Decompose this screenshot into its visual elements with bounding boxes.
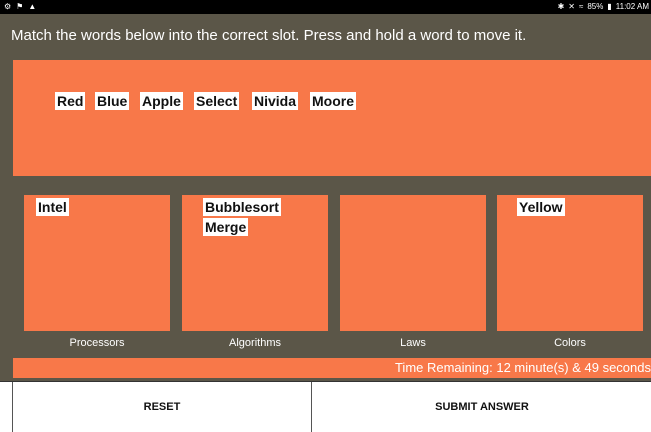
status-right-icons: ✱ ✕ ≈ 85% ▮ 11:02 AM	[558, 0, 649, 14]
reset-button[interactable]: RESET	[12, 382, 312, 432]
slot-word-intel[interactable]: Intel	[36, 198, 69, 216]
slot-label-processors: Processors	[69, 337, 125, 349]
status-bar: ⚙ ⚑ ▲ ✱ ✕ ≈ 85% ▮ 11:02 AM	[0, 0, 651, 14]
instruction-text: Match the words below into the correct s…	[11, 27, 527, 44]
time-remaining: Time Remaining: 12 minute(s) & 49 second…	[394, 360, 651, 375]
timer-bar: Time Remaining: 12 minute(s) & 49 second…	[13, 358, 651, 378]
slot-word-bubblesort[interactable]: Bubblesort	[203, 198, 281, 216]
warning-icon: ▲	[28, 2, 37, 11]
slot-area: Intel Processors Bubblesort Merge Algori…	[0, 180, 651, 357]
word-chip-nivida[interactable]: Nivida	[252, 92, 299, 110]
slot-label-colors: Colors	[554, 337, 586, 349]
flag-icon: ⚑	[16, 2, 24, 11]
word-bank: Red Blue Apple Select Nivida Moore	[13, 60, 651, 176]
slot-processors[interactable]: Intel	[24, 195, 170, 331]
word-chip-blue[interactable]: Blue	[95, 92, 130, 110]
wifi-icon: ≈	[578, 2, 584, 11]
bottom-bar: RESET SUBMIT ANSWER	[0, 381, 651, 432]
word-chip-moore[interactable]: Moore	[310, 92, 356, 110]
word-chip-apple[interactable]: Apple	[140, 92, 183, 110]
clock: 11:02 AM	[615, 2, 649, 11]
slot-word-yellow[interactable]: Yellow	[517, 198, 565, 216]
slot-laws[interactable]	[340, 195, 486, 331]
slot-label-laws: Laws	[400, 337, 426, 349]
bluetooth-icon: ✱	[557, 2, 565, 11]
word-chip-red[interactable]: Red	[55, 92, 86, 110]
battery-icon: ▮	[607, 2, 612, 11]
slot-colors[interactable]: Yellow	[497, 195, 643, 331]
battery-percent: 85%	[587, 2, 604, 11]
word-chip-select[interactable]: Select	[194, 92, 240, 110]
slot-algorithms[interactable]: Bubblesort Merge	[182, 195, 328, 331]
settings-icon: ⚙	[4, 2, 12, 11]
slot-label-algorithms: Algorithms	[229, 337, 281, 349]
submit-answer-button[interactable]: SUBMIT ANSWER	[313, 382, 651, 432]
slot-word-merge[interactable]: Merge	[203, 218, 249, 236]
mute-icon: ✕	[568, 2, 575, 11]
status-left-icons: ⚙ ⚑ ▲	[4, 0, 36, 14]
